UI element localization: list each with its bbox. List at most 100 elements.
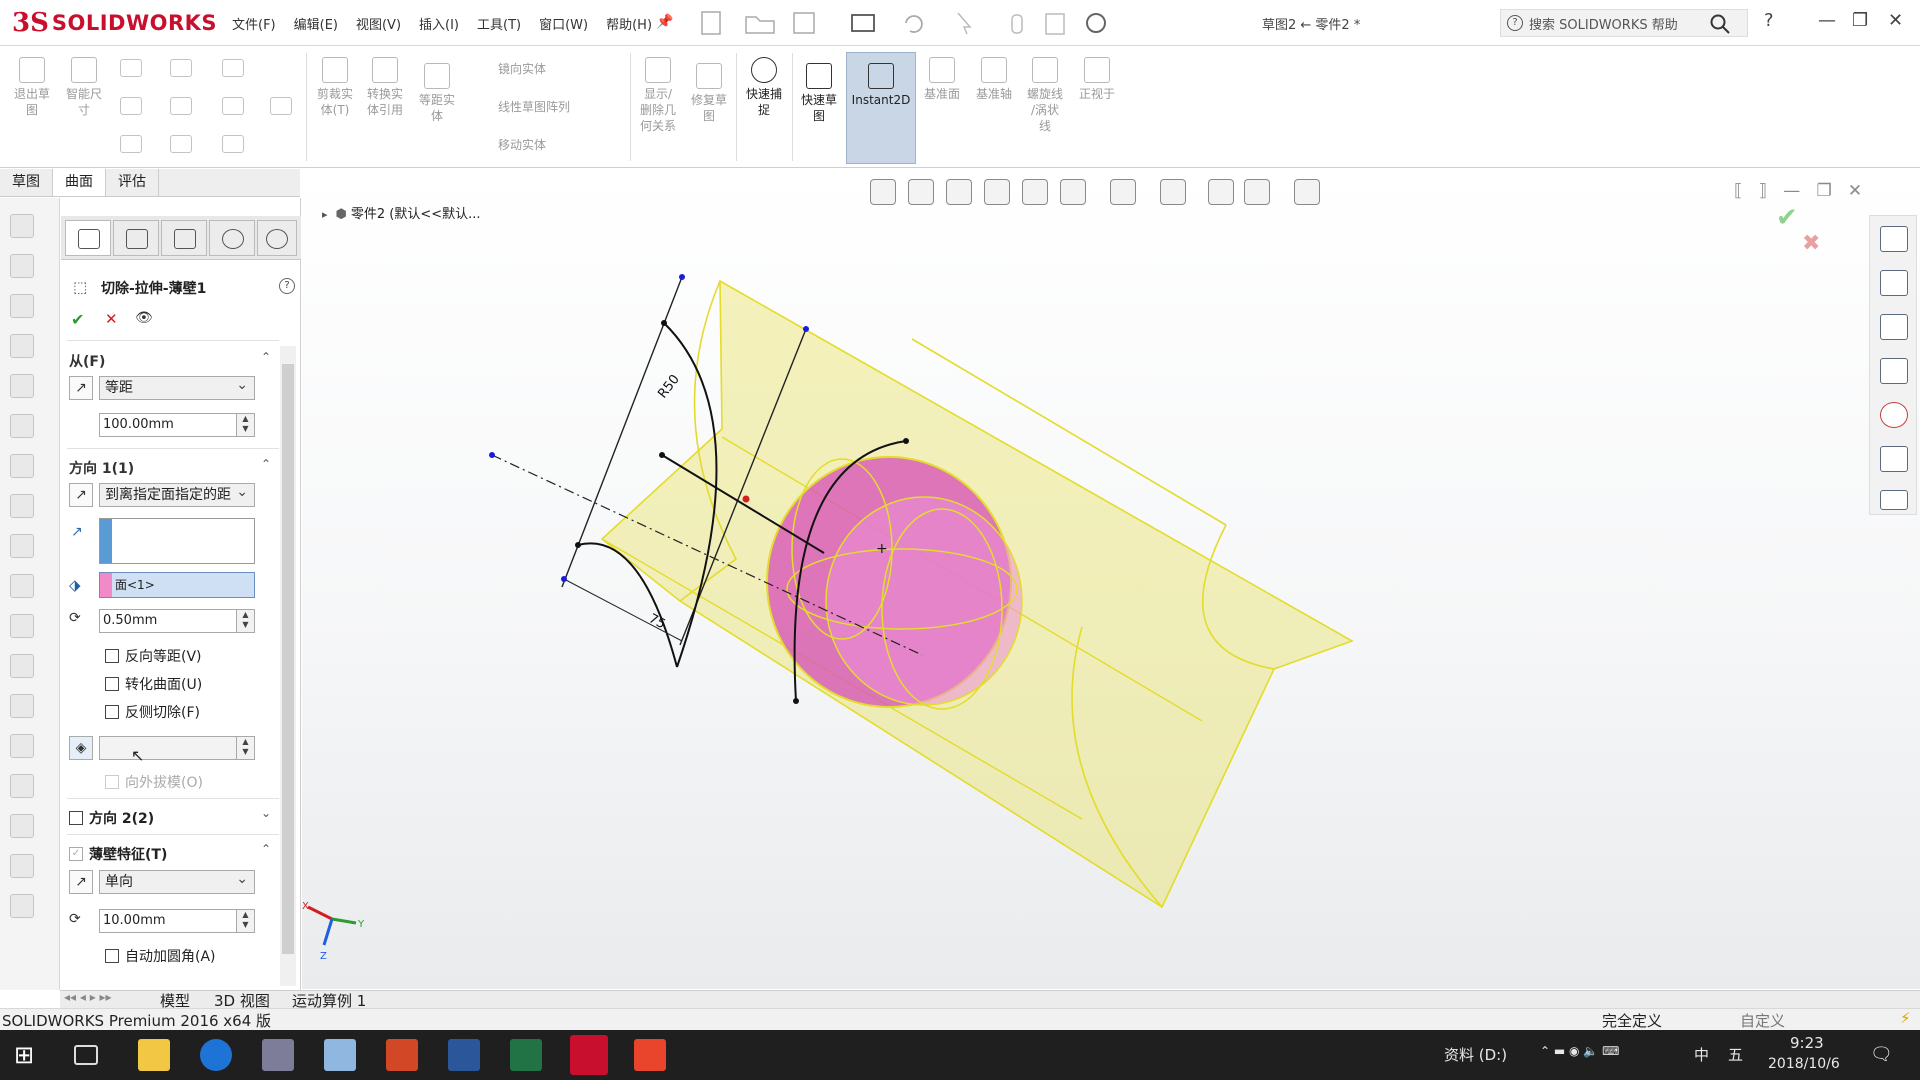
rib-icon[interactable] — [10, 734, 34, 758]
mirror-entities-button[interactable]: 镜向实体 — [472, 61, 546, 77]
instant2d-button[interactable]: Instant2D — [846, 52, 916, 164]
pm-scrollbar[interactable] — [280, 346, 296, 986]
property-manager-tab[interactable] — [113, 220, 159, 256]
exit-sketch-button[interactable]: 退出草 图 — [8, 57, 56, 118]
thin-reverse-button[interactable]: ↗ — [69, 870, 93, 894]
direction2-checkbox[interactable]: 方向 2(2) — [69, 808, 154, 828]
forum-icon[interactable] — [1880, 490, 1908, 510]
thin-type-select[interactable]: 单向 — [99, 868, 255, 894]
fillet-icon[interactable] — [222, 135, 244, 153]
custom-properties-icon[interactable] — [1880, 446, 1908, 472]
draft-angle-input[interactable]: ▲ ▼ — [99, 736, 255, 760]
translate-surface-checkbox[interactable]: 转化曲面(U) — [105, 674, 202, 694]
face-selection-box[interactable]: 面<1> — [99, 572, 255, 598]
flip-side-box[interactable] — [105, 705, 119, 719]
screen-recorder-icon[interactable] — [634, 1039, 666, 1071]
ime-mode[interactable]: 中 — [1694, 1044, 1709, 1065]
convert-entities-button[interactable]: 转换实 体引用 — [362, 57, 408, 118]
edge-browser-icon[interactable] — [200, 1039, 232, 1071]
expand-dir2-icon[interactable]: ⌄ — [261, 806, 271, 820]
extrude-boss-icon[interactable] — [10, 214, 34, 238]
text-icon[interactable] — [270, 97, 292, 115]
linear-pattern-button[interactable]: 线性草图阵列 — [472, 99, 570, 115]
tab-sketch[interactable]: 草图 — [0, 169, 53, 196]
collapse-from-icon[interactable]: ⌃ — [261, 350, 271, 364]
move-entities-button[interactable]: 移动实体 — [472, 137, 546, 153]
dimxpert-tab[interactable] — [209, 220, 255, 256]
appearances-icon[interactable] — [1880, 402, 1908, 428]
arc-icon[interactable] — [170, 97, 192, 115]
word-icon[interactable] — [448, 1039, 480, 1071]
extrude-cut-icon[interactable] — [10, 414, 34, 438]
graphics-area[interactable]: ▸ ⬢ 零件2 (默认<<默认... ⟦ ⟧ — ❐ ✕ ✔ ✖ R50 75 … — [302, 169, 1920, 989]
clock-date[interactable]: 2018/10/6 — [1768, 1056, 1840, 1072]
solidworks-resources-icon[interactable] — [1880, 226, 1908, 252]
reference-axis-button[interactable]: 基准轴 — [972, 57, 1016, 102]
boundary-icon[interactable] — [10, 374, 34, 398]
translate-surface-box[interactable] — [105, 677, 119, 691]
auto-fillet-checkbox[interactable]: 自动加圆角(A) — [105, 946, 216, 966]
collapse-dir1-icon[interactable]: ⌃ — [261, 457, 271, 471]
rapid-sketch-button[interactable]: 快速草 图 — [796, 63, 842, 124]
instant3d-icon[interactable] — [10, 894, 34, 918]
close-button[interactable]: ✕ — [1888, 10, 1903, 31]
section-direction1[interactable]: 方向 1(1) — [69, 458, 134, 478]
repair-sketch-button[interactable]: 修复草 图 — [686, 63, 732, 124]
reverse-offset-box[interactable] — [105, 649, 119, 663]
reference-plane-button[interactable]: 基准面 — [920, 57, 964, 102]
curves-icon[interactable] — [10, 854, 34, 878]
menu-window[interactable]: 窗口(W) — [533, 14, 594, 33]
tray-location[interactable]: 资料 (D:) — [1444, 1044, 1507, 1065]
revolve-icon[interactable] — [10, 254, 34, 278]
linear-pattern-feature-icon[interactable] — [10, 774, 34, 798]
reverse-offset-checkbox[interactable]: 反向等距(V) — [105, 646, 202, 666]
quick-access-icons[interactable] — [700, 9, 1120, 37]
section-from[interactable]: 从(F) — [69, 351, 105, 371]
from-offset-input[interactable]: 100.00mm ▲ ▼ — [99, 413, 255, 437]
loft-icon[interactable] — [10, 334, 34, 358]
thin-feature-checkbox[interactable]: ✓ 薄壁特征(T) — [69, 844, 167, 864]
helix-button[interactable]: 螺旋线 /涡状 线 — [1022, 57, 1068, 134]
offset-entities-button[interactable]: 等距实 体 — [414, 63, 460, 124]
flip-side-checkbox[interactable]: 反侧切除(F) — [105, 702, 200, 722]
display-manager-tab[interactable] — [257, 220, 297, 256]
swept-cut-icon[interactable] — [10, 534, 34, 558]
auto-fillet-box[interactable] — [105, 949, 119, 963]
model-geometry[interactable]: R50 75 + X Y Z — [302, 169, 1562, 989]
solidworks-logo[interactable]: 3S SOLIDWORKS — [12, 4, 217, 42]
direction2-box[interactable] — [69, 811, 83, 825]
menu-edit[interactable]: 编辑(E) — [288, 14, 344, 33]
task-view-icon[interactable] — [74, 1045, 98, 1065]
preview-eye-icon[interactable]: 👁 — [135, 310, 153, 326]
excel-icon[interactable] — [510, 1039, 542, 1071]
offset-distance-stepper[interactable]: ▲ ▼ — [236, 610, 254, 632]
lofted-cut-icon[interactable] — [10, 574, 34, 598]
fillet-feature-icon[interactable] — [10, 614, 34, 638]
windows-start-icon[interactable]: ⊞ — [14, 1039, 46, 1071]
menu-insert[interactable]: 插入(I) — [413, 14, 465, 33]
from-offset-stepper[interactable]: ▲ ▼ — [236, 414, 254, 436]
help-icon[interactable]: ? — [1764, 10, 1774, 31]
image-viewer-icon[interactable] — [324, 1039, 356, 1071]
thickness-input[interactable]: 10.00mm ▲ ▼ — [99, 909, 255, 933]
tab-evaluate[interactable]: 评估 — [106, 169, 159, 196]
file-explorer-taskbar-icon[interactable] — [138, 1039, 170, 1071]
sweep-icon[interactable] — [10, 294, 34, 318]
minimize-button[interactable]: — — [1818, 10, 1836, 31]
trim-entities-button[interactable]: 剪裁实 体(T) — [312, 57, 358, 118]
menu-file[interactable]: 文件(F) — [226, 14, 282, 33]
display-relations-button[interactable]: 显示/ 删除几 何关系 — [634, 57, 682, 134]
draft-toggle-button[interactable]: ◈ — [69, 736, 93, 760]
reverse-direction-button[interactable]: ↗ — [69, 483, 93, 507]
tray-icons[interactable]: ⌃ ▬ ◉ 🔈 ⌨ — [1540, 1044, 1619, 1058]
search-icon[interactable] — [1709, 13, 1731, 35]
draft-angle-stepper[interactable]: ▲ ▼ — [236, 737, 254, 759]
revolve-cut-icon[interactable] — [10, 494, 34, 518]
notification-icon[interactable]: 🗨 — [1870, 1044, 1893, 1065]
polygon-icon[interactable] — [170, 135, 192, 153]
offset-distance-input[interactable]: 0.50mm ▲ ▼ — [99, 609, 255, 633]
paint-app-icon[interactable] — [262, 1039, 294, 1071]
file-explorer-icon[interactable] — [1880, 314, 1908, 340]
quick-snaps-button[interactable]: 快速捕 捉 — [740, 57, 788, 118]
pm-help-icon[interactable]: ? — [279, 278, 295, 294]
